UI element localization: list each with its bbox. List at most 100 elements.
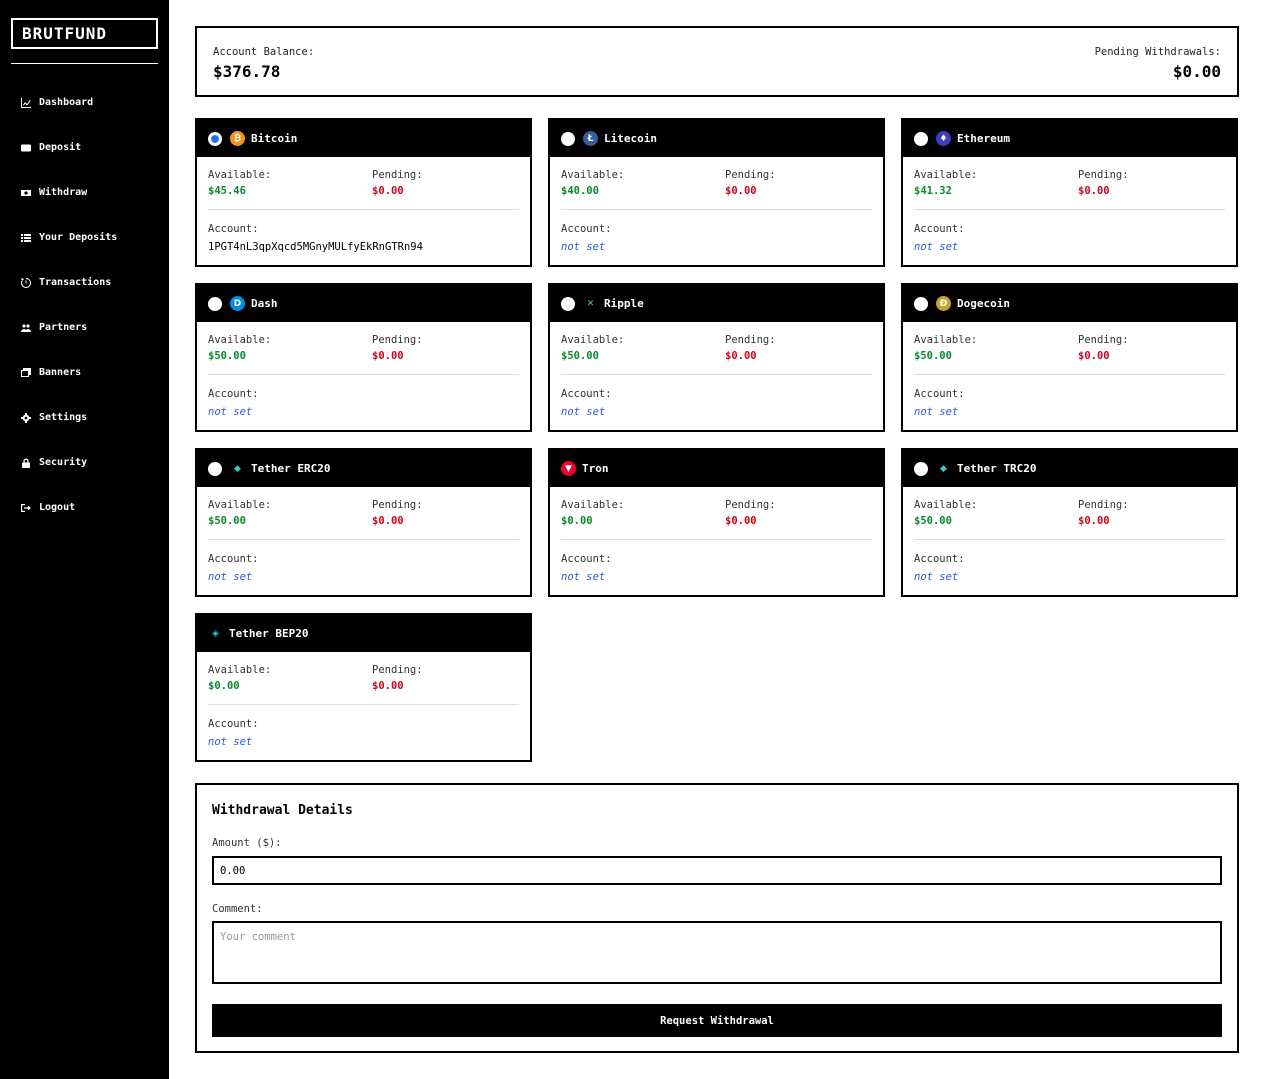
sidebar-item-banners[interactable]: Banners xyxy=(0,350,169,395)
crypto-card-header[interactable]: ◆ Tether ERC20 xyxy=(197,450,530,487)
crypto-card-body: Available: $0.00 Pending: $0.00 Account: not … xyxy=(550,487,883,597)
sidebar-item-withdraw[interactable]: Withdraw xyxy=(0,170,169,215)
currency-radio-ethereum[interactable] xyxy=(914,131,928,146)
tether-trc20-icon: ◆ xyxy=(940,463,947,474)
crypto-card-header[interactable]: ▼ Tron xyxy=(550,450,883,487)
crypto-card-header[interactable]: Ł Litecoin xyxy=(550,120,883,157)
currency-radio-dash[interactable] xyxy=(208,296,222,311)
sidebar: BRUTFUND Dashboard Deposit Withdraw Your De… xyxy=(0,0,169,1079)
currency-name: Ethereum xyxy=(957,132,1010,145)
pending-value: $0.00 xyxy=(372,680,404,692)
crypto-card-header[interactable]: ₿ Bitcoin xyxy=(197,120,530,157)
crypto-card-body: Available: $40.00 Pending: $0.00 Account: not… xyxy=(550,157,883,267)
currency-radio-tether-trc20[interactable] xyxy=(914,461,928,476)
tron-icon: ▼ xyxy=(561,461,576,476)
crypto-card-litecoin: Ł Litecoin Available: $40.00 Pending: $0.00 Ac… xyxy=(548,118,885,267)
pending-value: $0.00 xyxy=(372,515,404,527)
sidebar-item-label: Partners xyxy=(39,322,88,333)
currency-radio-dogecoin[interactable] xyxy=(914,296,928,311)
pending-value: $0.00 xyxy=(725,515,757,527)
account-label: Account: xyxy=(561,388,612,400)
pending-label: Pending: xyxy=(372,664,423,676)
comment-textarea[interactable] xyxy=(212,921,1222,984)
crypto-card-header[interactable]: Ð Dogecoin xyxy=(903,285,1236,322)
brand-logo[interactable]: BRUTFUND xyxy=(11,18,158,49)
currency-radio-bitcoin[interactable] xyxy=(208,131,222,146)
available-value: $50.00 xyxy=(208,350,246,362)
withdrawal-details-title: Withdrawal Details xyxy=(212,803,353,818)
currency-name: Bitcoin xyxy=(251,132,298,145)
account-label: Account: xyxy=(208,553,259,565)
pending-value: $0.00 xyxy=(1078,515,1110,527)
comment-label: Comment: xyxy=(212,903,263,915)
available-value: $50.00 xyxy=(914,515,952,527)
sidebar-item-your-deposits[interactable]: Your Deposits xyxy=(0,215,169,260)
crypto-card-body: Available: $50.00 Pending: $0.00 Account: not… xyxy=(197,487,530,597)
sidebar-item-transactions[interactable]: Transactions xyxy=(0,260,169,305)
currency-name: Litecoin xyxy=(604,132,657,145)
crypto-card-tether-trc20: ◆ Tether TRC20 Available: $50.00 Pending: $0.… xyxy=(901,448,1238,597)
account-balance-label: Account Balance: xyxy=(213,46,315,58)
crypto-card-tether-bep20: ◈ Tether BEP20 Available: $0.00 Pending: $0.0… xyxy=(195,613,532,762)
available-label: Available: xyxy=(208,334,272,346)
account-value: 1PGT4nL3qpXqcd5MGnyMULfyEkRnGTRn94 xyxy=(208,241,423,253)
currency-name: Tether ERC20 xyxy=(251,462,331,475)
chart-line-icon xyxy=(20,97,32,109)
crypto-card-header[interactable]: D Dash xyxy=(197,285,530,322)
sidebar-item-label: Banners xyxy=(39,367,82,378)
currency-name: Dogecoin xyxy=(957,297,1010,310)
card-divider xyxy=(561,374,872,375)
request-withdrawal-button[interactable]: Request Withdrawal xyxy=(212,1004,1222,1037)
pending-value: $0.00 xyxy=(372,185,404,197)
sidebar-item-deposit[interactable]: Deposit xyxy=(0,125,169,170)
crypto-card-header[interactable]: ♦ Ethereum xyxy=(903,120,1236,157)
crypto-card-body: Available: $41.32 Pending: $0.00 Account: not… xyxy=(903,157,1236,267)
money-bill-icon xyxy=(20,187,32,199)
pending-label: Pending: xyxy=(372,499,423,511)
pending-label: Pending: xyxy=(725,334,776,346)
available-value: $0.00 xyxy=(208,680,240,692)
card-divider xyxy=(208,704,519,705)
sidebar-item-label: Deposit xyxy=(39,142,82,153)
card-divider xyxy=(914,209,1225,210)
amount-input[interactable] xyxy=(212,856,1222,885)
crypto-card-header[interactable]: ✕ Ripple xyxy=(550,285,883,322)
dash-icon: D xyxy=(230,296,245,311)
pending-withdrawals-label: Pending Withdrawals: xyxy=(1094,46,1221,58)
crypto-card-body: Available: $50.00 Pending: $0.00 Account: not… xyxy=(197,322,530,432)
currency-name: Tether TRC20 xyxy=(957,462,1037,475)
crypto-card-body: Available: $0.00 Pending: $0.00 Account: not … xyxy=(197,652,530,762)
currency-name: Dash xyxy=(251,297,278,310)
available-value: $50.00 xyxy=(208,515,246,527)
crypto-card-header[interactable]: ◆ Tether TRC20 xyxy=(903,450,1236,487)
currency-radio-tether-erc20[interactable] xyxy=(208,461,222,476)
account-label: Account: xyxy=(914,223,965,235)
sidebar-item-security[interactable]: Security xyxy=(0,440,169,485)
sign-out-icon xyxy=(20,502,32,514)
bitcoin-icon: ₿ xyxy=(230,131,245,146)
account-value: not set xyxy=(561,241,606,253)
crypto-card-header[interactable]: ◈ Tether BEP20 xyxy=(197,615,530,652)
account-value: not set xyxy=(208,406,253,418)
withdrawal-details-panel: Withdrawal Details Amount ($): Comment: … xyxy=(195,783,1239,1053)
sidebar-item-label: Settings xyxy=(39,412,88,423)
crypto-card-body: Available: $45.46 Pending: $0.00 Account: 1PG… xyxy=(197,157,530,267)
account-value: not set xyxy=(914,571,959,583)
pending-value: $0.00 xyxy=(1078,185,1110,197)
dogecoin-icon: Ð xyxy=(936,296,951,311)
currency-radio-ripple[interactable] xyxy=(561,296,575,311)
pending-value: $0.00 xyxy=(372,350,404,362)
sidebar-item-settings[interactable]: Settings xyxy=(0,395,169,440)
available-label: Available: xyxy=(914,169,978,181)
sidebar-item-label: Dashboard xyxy=(39,97,94,108)
available-label: Available: xyxy=(208,499,272,511)
crypto-card-ethereum: ♦ Ethereum Available: $41.32 Pending: $0.00 Ac… xyxy=(901,118,1238,267)
card-divider xyxy=(914,374,1225,375)
tether-erc20-icon: ◆ xyxy=(234,463,241,474)
currency-radio-litecoin[interactable] xyxy=(561,131,575,146)
sidebar-item-logout[interactable]: Logout xyxy=(0,485,169,530)
sidebar-item-partners[interactable]: Partners xyxy=(0,305,169,350)
sidebar-item-dashboard[interactable]: Dashboard xyxy=(0,80,169,125)
available-value: $41.32 xyxy=(914,185,952,197)
available-value: $50.00 xyxy=(561,350,599,362)
